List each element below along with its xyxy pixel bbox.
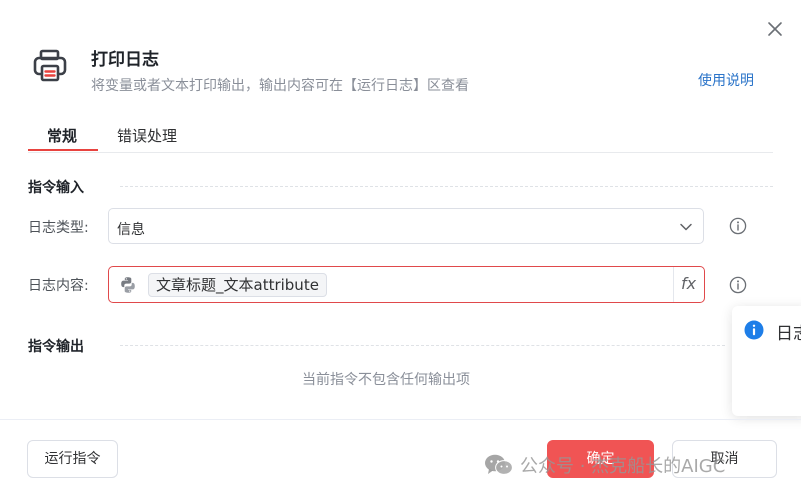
log-type-label: 日志类型: xyxy=(28,220,89,236)
python-icon xyxy=(121,277,135,293)
log-content-label: 日志内容: xyxy=(28,278,89,294)
close-icon xyxy=(768,22,782,36)
tabs-divider xyxy=(28,152,773,153)
info-icon[interactable] xyxy=(729,217,747,235)
close-button[interactable] xyxy=(764,18,786,40)
wechat-icon xyxy=(485,454,513,475)
empty-output-text: 当前指令不包含任何输出项 xyxy=(302,372,470,388)
printer-icon xyxy=(31,46,71,86)
notification-text: 日志 xyxy=(776,324,801,344)
info-filled-icon xyxy=(744,320,764,340)
tab-general[interactable]: 常规 xyxy=(47,125,77,146)
footer-divider xyxy=(0,419,801,420)
fx-button[interactable]: fx xyxy=(681,274,696,293)
watermark: 公众号 · 杰克船长的AIGC xyxy=(484,452,725,478)
dialog-subtitle: 将变量或者文本打印输出，输出内容可在【运行日志】区查看 xyxy=(91,78,469,94)
run-command-button[interactable]: 运行指令 xyxy=(27,440,118,478)
help-link[interactable]: 使用说明 xyxy=(698,70,754,90)
section-title-output: 指令输出 xyxy=(28,339,84,355)
fx-divider xyxy=(673,267,674,302)
watermark-text: 公众号 · 杰克船长的AIGC xyxy=(520,456,726,477)
section-divider xyxy=(120,345,725,346)
info-icon[interactable] xyxy=(729,276,747,294)
tab-error-handling[interactable]: 错误处理 xyxy=(117,125,177,146)
dialog-title: 打印日志 xyxy=(91,50,159,70)
active-tab-indicator xyxy=(28,149,98,151)
chevron-down-icon xyxy=(680,223,692,231)
section-divider xyxy=(120,186,773,187)
variable-chip[interactable]: 文章标题_文本attribute xyxy=(148,273,327,297)
log-type-value: 信息 xyxy=(117,222,145,238)
section-title-input: 指令输入 xyxy=(28,180,84,196)
log-type-select[interactable]: 信息 xyxy=(108,208,704,244)
notification-popover: 日志 xyxy=(732,306,801,416)
log-content-input[interactable]: 文章标题_文本attribute fx xyxy=(108,266,705,303)
